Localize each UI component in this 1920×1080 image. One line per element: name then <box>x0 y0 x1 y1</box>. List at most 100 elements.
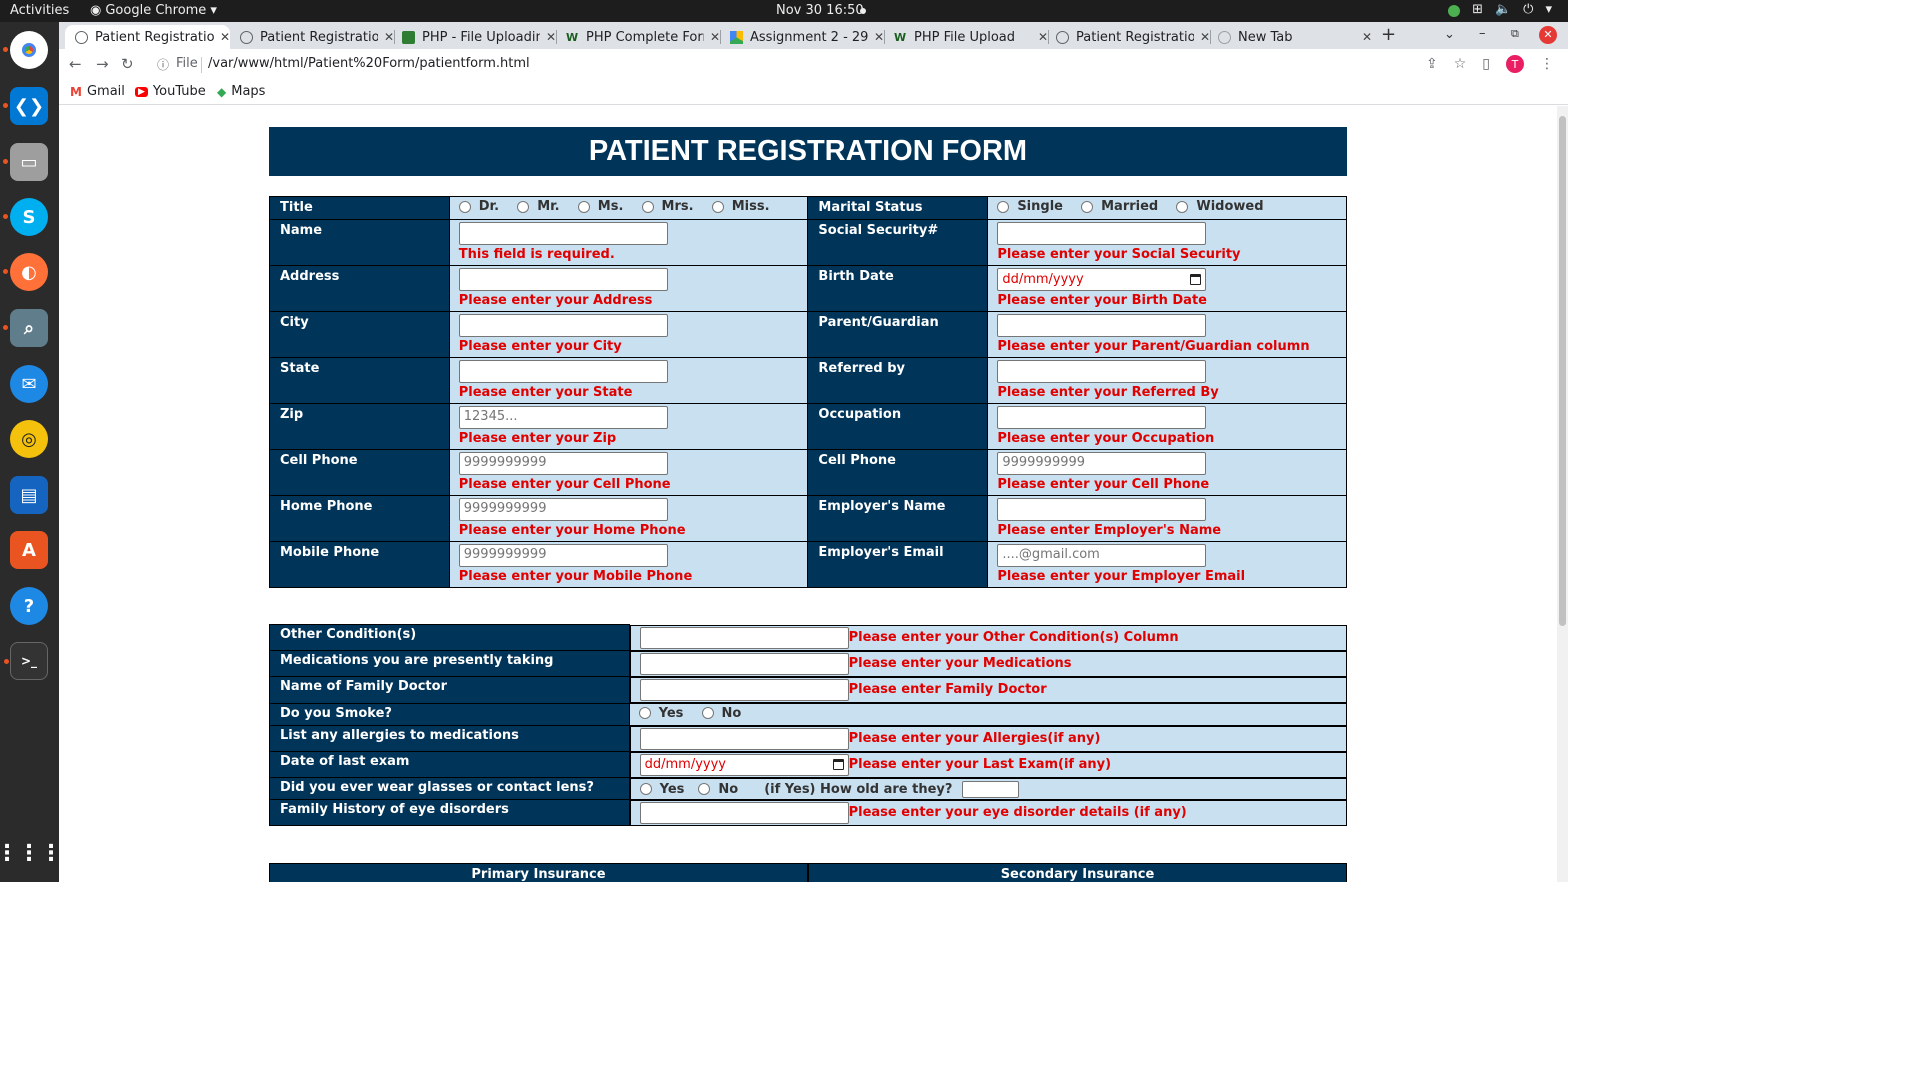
system-tray[interactable]: ⊞ 🔈 ⏻ ▾ <box>1448 2 1552 17</box>
tab-search-icon[interactable]: ⌄ <box>1444 27 1455 42</box>
state-input[interactable] <box>458 359 668 383</box>
calendar-icon[interactable] <box>1190 273 1202 285</box>
profile-avatar[interactable]: T <box>1506 55 1524 73</box>
table-row: Title Dr. Mr. Ms. Mrs. Miss. Marital Sta… <box>269 196 1347 220</box>
skype-dock-icon[interactable]: S <box>3 198 48 236</box>
tab-5[interactable]: W PHP File Upload ✕ <box>884 25 1048 49</box>
globe-icon <box>1056 30 1069 44</box>
show-apps-icon[interactable]: ⋮⋮⋮ <box>0 834 62 872</box>
radio-marital-widowed[interactable]: Widowed <box>1176 199 1264 214</box>
bookmark-youtube[interactable]: ▶ YouTube <box>135 84 206 99</box>
restore-icon[interactable]: ⧉ <box>1511 27 1519 41</box>
new-tab-plus-icon[interactable]: + <box>1381 24 1396 45</box>
birth-date-input[interactable]: dd/mm/yyyy <box>997 267 1207 291</box>
ssn-input[interactable] <box>997 221 1207 245</box>
share-icon[interactable]: ⇪ <box>1426 56 1438 72</box>
tab-2[interactable]: PHP - File Uploading ✕ <box>392 25 556 49</box>
home-phone-input[interactable]: 9999999999 <box>458 497 668 521</box>
city-input[interactable] <box>458 313 668 337</box>
activities-button[interactable]: Activities <box>10 3 69 18</box>
info-icon[interactable]: ⓘ <box>157 56 169 73</box>
app-menu[interactable]: ◉ Google Chrome ▾ <box>90 3 217 18</box>
validation-error: Please enter Employer's Name <box>997 522 1222 538</box>
gmail-icon: M <box>70 84 82 99</box>
thunderbird-dock-icon[interactable]: ✉ <box>10 365 48 403</box>
software-dock-icon[interactable]: A <box>10 531 48 569</box>
radio-title-mr[interactable]: Mr. <box>517 199 560 214</box>
vscode-dock-icon[interactable]: ❮❯ <box>3 87 48 125</box>
close-tab-icon[interactable]: ✕ <box>546 30 556 44</box>
family-doctor-input[interactable] <box>639 678 849 701</box>
employer-name-input[interactable] <box>997 497 1207 521</box>
tab-3[interactable]: W PHP Complete Form ✕ <box>556 25 720 49</box>
close-tab-icon[interactable]: ✕ <box>710 30 720 44</box>
radio-smoke-no[interactable]: No <box>701 705 742 721</box>
allergies-input[interactable] <box>639 727 849 750</box>
field-label: Social Security# <box>807 218 989 266</box>
rhythmbox-dock-icon[interactable]: ◎ <box>10 420 48 458</box>
minimize-icon[interactable]: – <box>1479 26 1486 41</box>
bookmark-star-icon[interactable]: ☆ <box>1454 56 1467 72</box>
side-panel-icon[interactable]: ▯ <box>1482 56 1490 72</box>
employer-email-input[interactable]: ....@gmail.com <box>997 543 1207 567</box>
chrome-dock-icon[interactable] <box>3 31 48 69</box>
running-indicator <box>3 325 8 330</box>
zip-input[interactable]: 12345... <box>458 405 668 429</box>
bookmark-gmail[interactable]: M Gmail <box>70 84 125 99</box>
table-row: Zip 12345... Please enter your Zip Occupa… <box>269 402 1347 450</box>
medications-input[interactable] <box>639 652 849 675</box>
back-icon[interactable]: ← <box>69 55 82 73</box>
mobile-phone-input[interactable]: 9999999999 <box>458 543 668 567</box>
tab-title: Patient Registration <box>95 29 214 45</box>
close-tab-icon[interactable]: ✕ <box>1362 30 1372 44</box>
radio-title-mrs[interactable]: Mrs. <box>641 199 694 214</box>
close-window-icon[interactable]: ✕ <box>1539 26 1557 44</box>
forward-icon[interactable]: → <box>96 55 109 73</box>
occupation-input[interactable] <box>997 405 1207 429</box>
radio-title-dr[interactable]: Dr. <box>458 199 499 214</box>
address-input[interactable] <box>458 267 668 291</box>
tab-4[interactable]: Assignment 2 - 29No ✕ <box>720 25 884 49</box>
tab-strip: Patient Registration ✕ Patient Registrati… <box>59 22 1568 49</box>
last-exam-date-input[interactable]: dd/mm/yyyy <box>639 753 849 776</box>
name-input[interactable] <box>458 221 668 245</box>
files-dock-icon[interactable]: ▭ <box>3 143 48 181</box>
glasses-age-input[interactable] <box>962 780 1020 798</box>
help-dock-icon[interactable]: ? <box>10 587 48 625</box>
terminal-dock-icon[interactable]: >_ <box>4 642 48 680</box>
close-tab-icon[interactable]: ✕ <box>220 30 230 44</box>
address-bar[interactable]: /var/www/html/Patient%20Form/patientform… <box>208 56 530 71</box>
tab-0[interactable]: Patient Registration ✕ <box>65 25 230 49</box>
field-label: Occupation <box>807 402 989 450</box>
cell-phone-input[interactable]: 9999999999 <box>458 451 668 475</box>
reload-icon[interactable]: ↻ <box>121 55 134 73</box>
tab-6[interactable]: Patient Registration ✕ <box>1046 25 1210 49</box>
scrollbar-thumb[interactable] <box>1559 116 1566 626</box>
referred-by-input[interactable] <box>997 359 1207 383</box>
tab-1[interactable]: Patient Registration ✕ <box>230 25 394 49</box>
radio-marital-single[interactable]: Single <box>997 199 1063 214</box>
page-scrollbar[interactable] <box>1557 106 1568 882</box>
radio-title-ms[interactable]: Ms. <box>577 199 623 214</box>
eye-disorder-history-input[interactable] <box>639 801 849 824</box>
writer-dock-icon[interactable]: ▤ <box>10 476 48 514</box>
radio-title-miss[interactable]: Miss. <box>711 199 770 214</box>
calendar-icon[interactable] <box>832 759 844 770</box>
close-tab-icon[interactable]: ✕ <box>874 30 884 44</box>
employer-cell-phone-input[interactable]: 9999999999 <box>997 451 1207 475</box>
radio-marital-married[interactable]: Married <box>1081 199 1158 214</box>
bookmark-maps[interactable]: ◆ Maps <box>217 84 265 99</box>
radio-glasses-yes[interactable]: Yes <box>639 782 684 797</box>
menu-kebab-icon[interactable]: ⋮ <box>1540 56 1554 72</box>
radio-glasses-no[interactable]: No <box>698 782 738 797</box>
clock[interactable]: Nov 30 16:50 <box>776 3 864 18</box>
other-conditions-input[interactable] <box>639 626 849 649</box>
screenshot-dock-icon[interactable]: ⌕ <box>3 309 48 347</box>
update-shield-icon[interactable] <box>1448 5 1461 17</box>
guardian-input[interactable] <box>997 313 1207 337</box>
tab-7[interactable]: New Tab ✕ <box>1208 25 1372 49</box>
radio-label: No <box>721 705 742 721</box>
radio-smoke-yes[interactable]: Yes <box>638 706 683 721</box>
firefox-dock-icon[interactable]: ◐ <box>3 253 48 291</box>
marital-radio-group: Single Married Widowed <box>987 196 1347 220</box>
